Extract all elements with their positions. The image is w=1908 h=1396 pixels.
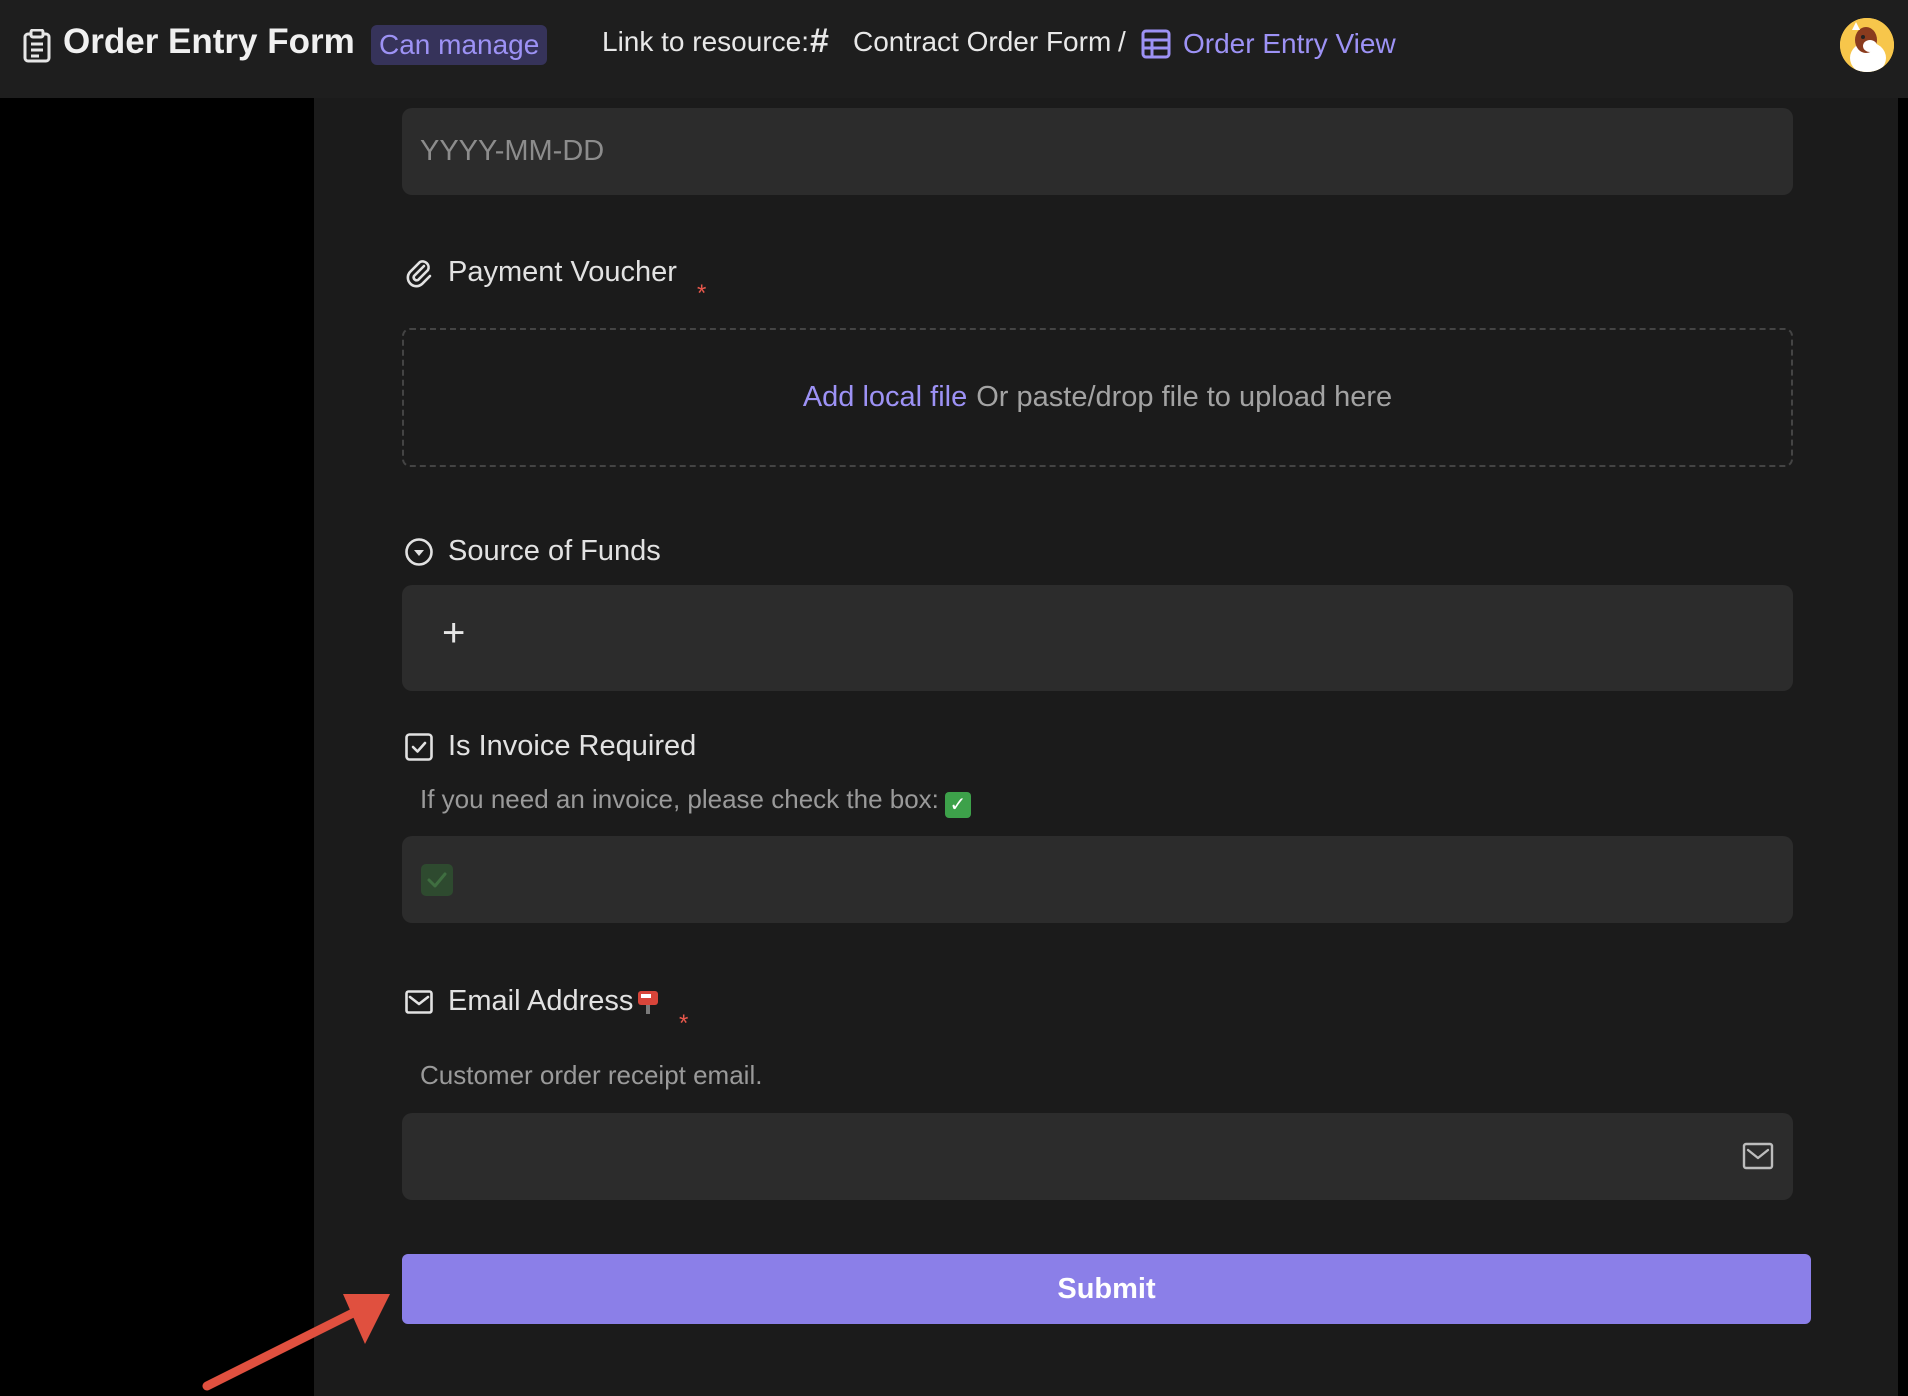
avatar[interactable] bbox=[1840, 18, 1894, 72]
submit-button[interactable]: Submit bbox=[402, 1254, 1811, 1324]
add-local-file-link[interactable]: Add local file bbox=[803, 381, 967, 414]
add-option-button[interactable]: + bbox=[442, 611, 465, 656]
payment-voucher-label: Payment Voucher bbox=[404, 256, 677, 289]
permission-badge[interactable]: Can manage bbox=[371, 25, 548, 65]
top-bar: Order Entry Form Can manage Link to reso… bbox=[0, 0, 1908, 98]
invoice-checkbox[interactable] bbox=[421, 864, 453, 896]
annotation-arrow bbox=[202, 1294, 390, 1391]
invoice-checkbox-field bbox=[402, 836, 1793, 923]
checkmark-icon bbox=[427, 872, 447, 888]
source-of-funds-label-text: Source of Funds bbox=[448, 535, 661, 567]
resource-link[interactable]: Contract Order Form bbox=[853, 26, 1111, 58]
check-mark-emoji-icon: ✓ bbox=[944, 792, 971, 818]
view-link[interactable]: Order Entry View bbox=[1183, 28, 1396, 60]
breadcrumb-separator: / bbox=[1118, 26, 1126, 57]
required-asterisk: * bbox=[697, 280, 707, 307]
email-input[interactable] bbox=[402, 1113, 1793, 1200]
file-upload-dropzone[interactable]: Add local file Or paste/drop file to upl… bbox=[402, 328, 1793, 467]
date-input[interactable] bbox=[402, 108, 1793, 195]
form-icon bbox=[23, 29, 51, 63]
email-address-label-text: Email Address bbox=[448, 985, 634, 1017]
hash-icon: # bbox=[810, 22, 829, 60]
mailbox-emoji-icon bbox=[638, 990, 659, 1014]
invoice-required-label: Is Invoice Required bbox=[404, 730, 696, 763]
required-asterisk: * bbox=[679, 1010, 689, 1037]
source-of-funds-label: Source of Funds bbox=[404, 535, 661, 568]
email-description: Customer order receipt email. bbox=[420, 1060, 763, 1090]
link-to-resource-label: Link to resource: bbox=[602, 26, 809, 57]
paperclip-icon bbox=[406, 259, 432, 287]
invoice-description: If you need an invoice, please check the… bbox=[420, 784, 971, 818]
page-title: Order Entry Form bbox=[63, 22, 355, 61]
invoice-required-label-text: Is Invoice Required bbox=[448, 730, 697, 762]
mail-icon bbox=[405, 989, 433, 1014]
upload-hint: Or paste/drop file to upload here bbox=[976, 381, 1393, 413]
invoice-description-text: If you need an invoice, please check the… bbox=[420, 784, 939, 814]
email-address-label: Email Address bbox=[404, 985, 659, 1018]
dropdown-circle-icon bbox=[405, 537, 433, 566]
grid-view-icon bbox=[1141, 29, 1171, 59]
mail-icon bbox=[1742, 1142, 1774, 1170]
payment-voucher-label-text: Payment Voucher bbox=[448, 256, 677, 288]
checkbox-icon bbox=[405, 732, 433, 761]
source-of-funds-select[interactable]: + bbox=[402, 585, 1793, 691]
